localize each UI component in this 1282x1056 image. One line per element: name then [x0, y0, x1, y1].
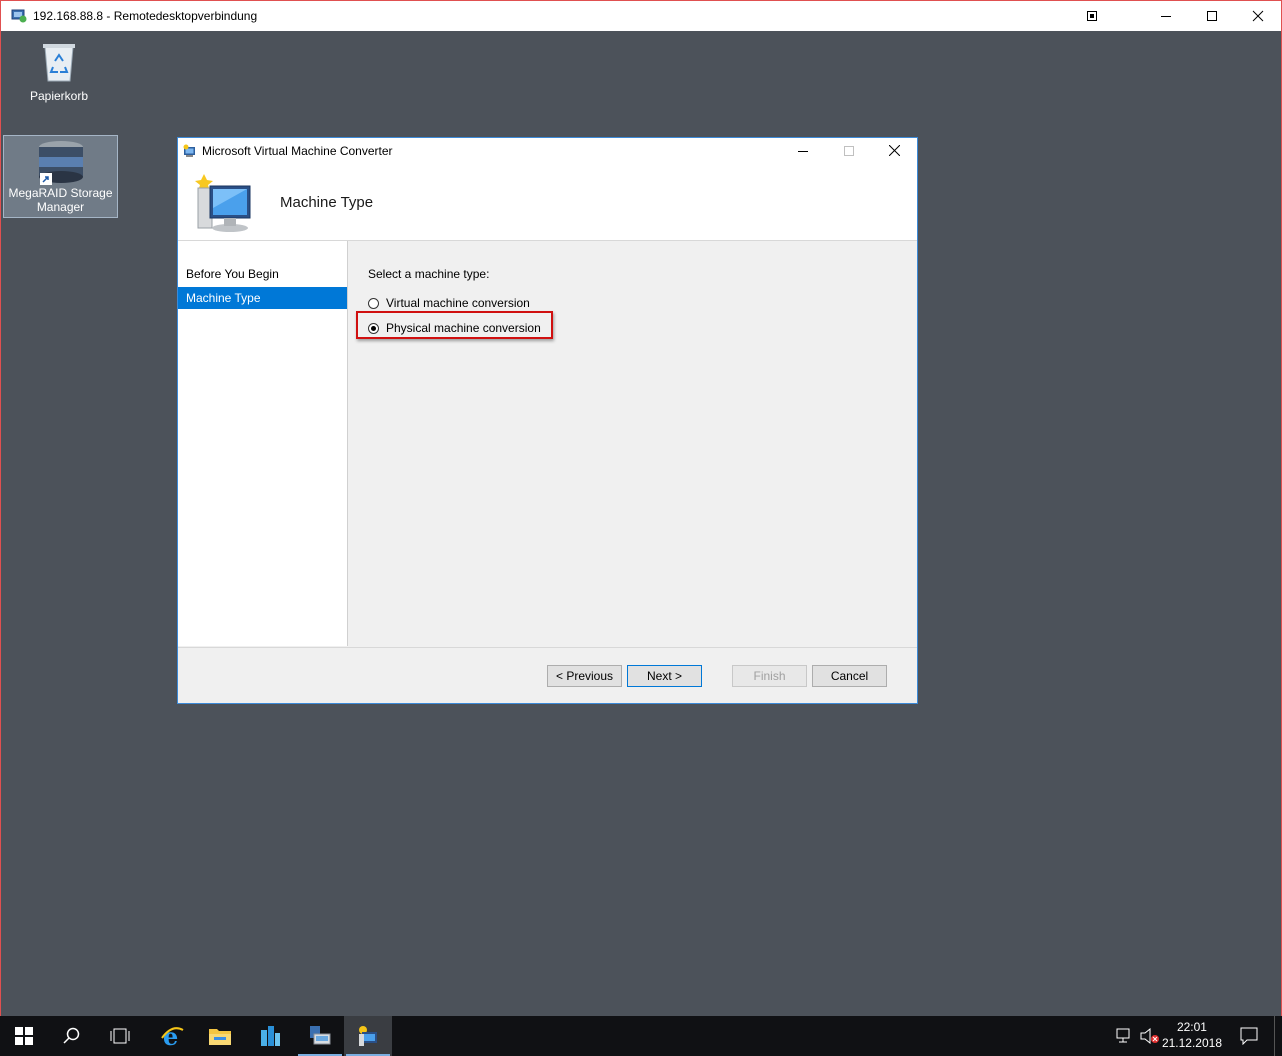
machine-type-prompt: Select a machine type: [368, 267, 490, 281]
desktop-icon-label: MegaRAID Storage Manager [8, 186, 113, 214]
maximize-icon[interactable] [1189, 1, 1235, 31]
desktop-icon-recycle-bin[interactable]: Papierkorb [27, 39, 91, 103]
finish-button: Finish [732, 665, 807, 687]
notifications-icon[interactable] [1240, 1027, 1258, 1048]
nav-item-machine-type[interactable]: Machine Type [178, 287, 347, 309]
nav-item-before-you-begin[interactable]: Before You Begin [178, 263, 347, 285]
dialog-titlebar: Microsoft Virtual Machine Converter [178, 138, 917, 164]
storage-manager-icon [4, 138, 117, 186]
dialog-close-icon[interactable] [871, 138, 917, 163]
volume-muted-icon[interactable] [1140, 1027, 1160, 1047]
vm-converter-dialog: Microsoft Virtual Machine Converter Mach… [177, 137, 918, 704]
dialog-title: Microsoft Virtual Machine Converter [202, 144, 393, 158]
minimize-icon[interactable] [1143, 1, 1189, 31]
rdp-titlebar: 192.168.88.8 - Remotedesktopverbindung [0, 0, 1282, 31]
dialog-header: Machine Type [178, 164, 917, 241]
cancel-button[interactable]: Cancel [812, 665, 887, 687]
remote-desktop-taskbar-icon[interactable] [296, 1016, 344, 1056]
virtual-machine-option[interactable]: Virtual machine conversion [368, 294, 530, 312]
virtual-machine-label: Virtual machine conversion [386, 296, 530, 310]
content-area: Select a machine type: Virtual machine c… [348, 241, 917, 646]
annotation-highlight-box [356, 311, 553, 339]
clock-time: 22:01 [1176, 1020, 1207, 1034]
computer-wizard-icon [190, 170, 254, 237]
vm-converter-taskbar-icon[interactable] [344, 1016, 392, 1056]
clock[interactable]: 22:01 21.12.2018 [1162, 1019, 1222, 1051]
dialog-maximize-icon [826, 138, 872, 163]
vm-converter-icon [182, 143, 198, 162]
search-icon[interactable] [48, 1016, 96, 1056]
next-button[interactable]: Next > [627, 665, 702, 687]
recycle-bin-icon [27, 39, 91, 85]
previous-button[interactable]: < Previous [547, 665, 622, 687]
window-title: 192.168.88.8 - Remotedesktopverbindung [33, 9, 258, 23]
show-desktop-button[interactable] [1274, 1016, 1277, 1056]
pin-icon[interactable] [1069, 1, 1115, 31]
footer-divider [178, 647, 917, 648]
server-manager-icon[interactable] [246, 1016, 294, 1056]
page-heading: Machine Type [280, 194, 374, 211]
file-explorer-icon[interactable] [196, 1016, 244, 1056]
remote-desktop-icon [11, 9, 27, 23]
desktop-icon-megaraid[interactable]: MegaRAID Storage Manager [3, 135, 118, 218]
desktop-icon-label: Papierkorb [29, 89, 89, 103]
task-view-icon[interactable] [96, 1016, 144, 1056]
clock-date: 21.12.2018 [1161, 1036, 1222, 1050]
wizard-steps: Before You Begin Machine Type [178, 241, 348, 646]
virtual-machine-radio[interactable] [368, 297, 379, 309]
start-icon[interactable] [0, 1016, 48, 1056]
internet-explorer-icon[interactable]: e [148, 1016, 196, 1056]
taskbar: e 22:01 21.12.2018 [0, 1016, 1282, 1056]
dialog-minimize-icon[interactable] [780, 138, 826, 163]
close-icon[interactable] [1235, 1, 1281, 31]
network-icon[interactable] [1116, 1028, 1134, 1047]
